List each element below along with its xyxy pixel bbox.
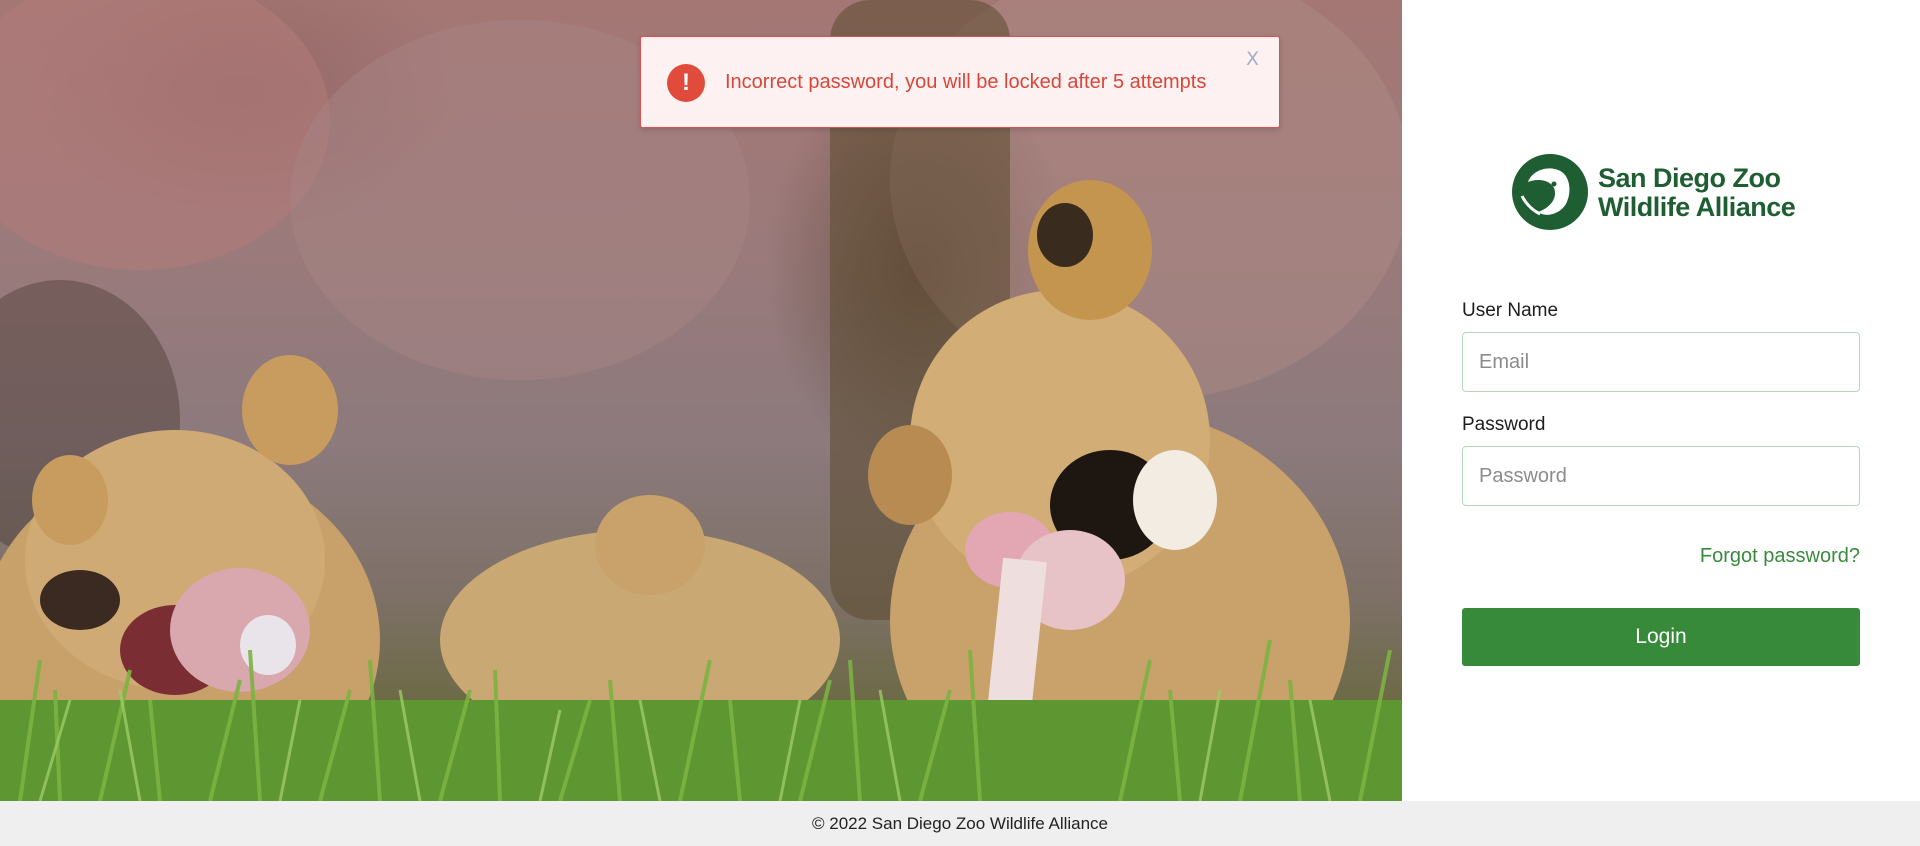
login-panel: San Diego Zoo Wildlife Alliance User Nam… <box>1402 0 1920 801</box>
username-label: User Name <box>1462 300 1559 321</box>
password-label: Password <box>1462 414 1546 435</box>
error-alert: ! Incorrect password, you will be locked… <box>640 36 1280 128</box>
password-input[interactable] <box>1462 446 1860 506</box>
login-button[interactable]: Login <box>1462 608 1860 666</box>
username-input[interactable] <box>1462 332 1860 392</box>
alert-close-button[interactable]: X <box>1246 48 1259 70</box>
logo-line2: Wildlife Alliance <box>1598 192 1796 222</box>
logo-text: San Diego Zoo Wildlife Alliance <box>1598 163 1796 222</box>
footer: © 2022 San Diego Zoo Wildlife Alliance <box>0 801 1920 846</box>
exclamation-icon: ! <box>667 64 705 102</box>
forgot-password-link[interactable]: Forgot password? <box>1700 545 1860 568</box>
copyright-text: © 2022 San Diego Zoo Wildlife Alliance <box>811 813 1109 833</box>
lion-emblem-icon <box>1512 154 1588 230</box>
alert-message: Incorrect password, you will be locked a… <box>725 71 1207 93</box>
logo: San Diego Zoo Wildlife Alliance <box>1510 152 1810 232</box>
login-page: ! Incorrect password, you will be locked… <box>0 0 1920 846</box>
logo-line1: San Diego Zoo <box>1598 163 1781 193</box>
